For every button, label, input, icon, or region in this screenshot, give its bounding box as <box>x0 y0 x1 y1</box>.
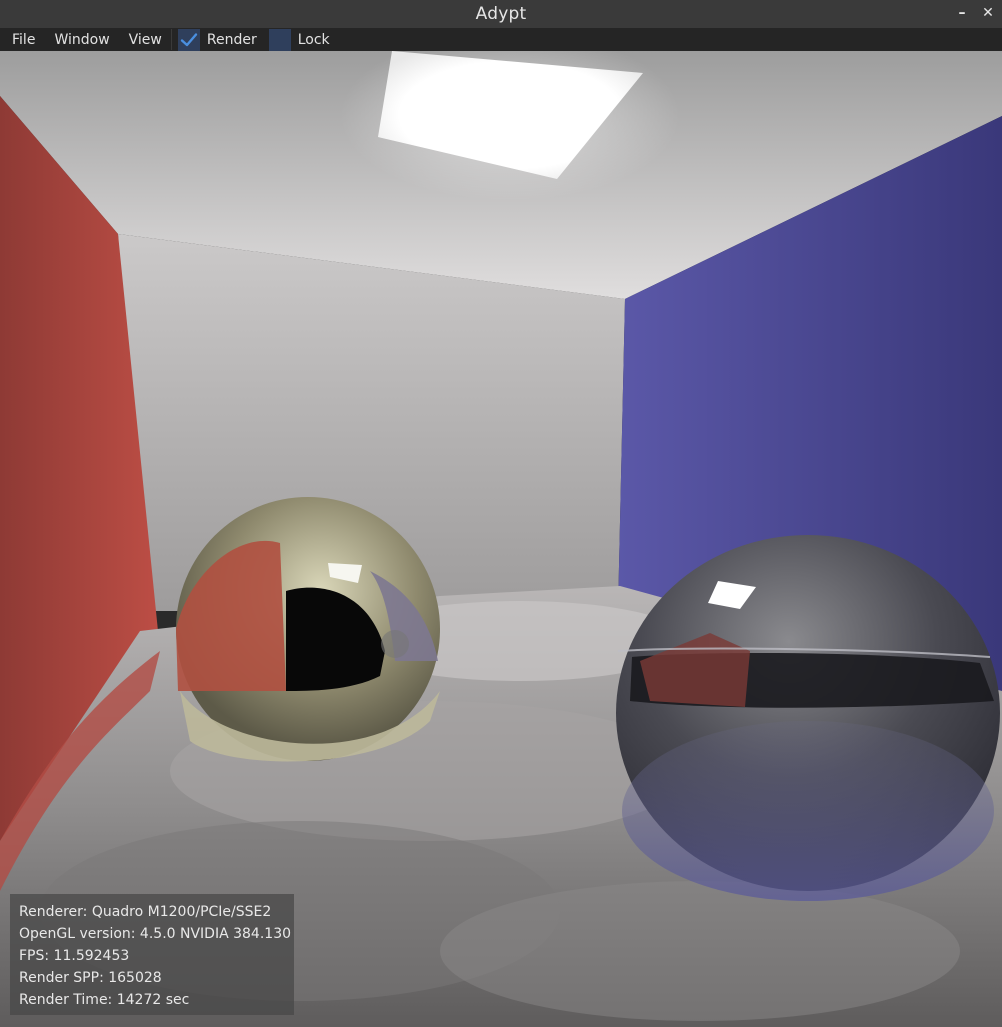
render-time: Render Time: 14272 sec <box>19 992 190 1008</box>
lock-checkbox[interactable] <box>268 28 291 51</box>
fps-readout: FPS: 11.592453 <box>19 948 130 964</box>
render-scene <box>0 51 1002 1027</box>
title-bar: Adypt – ✕ <box>0 0 1002 28</box>
lock-toggle[interactable]: Lock <box>265 28 338 51</box>
render-checkbox[interactable] <box>177 28 200 51</box>
render-spp: Render SPP: 165028 <box>19 970 162 986</box>
lock-label: Lock <box>297 31 330 48</box>
render-toggle[interactable]: Render <box>174 28 265 51</box>
close-button[interactable]: ✕ <box>980 2 996 24</box>
opengl-version: OpenGL version: 4.5.0 NVIDIA 384.130 <box>19 926 292 942</box>
menu-separator <box>170 29 172 50</box>
window-title: Adypt <box>475 4 527 24</box>
minimize-button[interactable]: – <box>954 2 970 24</box>
menu-bar: File Window View Render Lock <box>0 28 1002 51</box>
checkmark-icon <box>180 32 198 46</box>
renderer-info: Renderer: Quadro M1200/PCIe/SSE2 <box>19 904 272 920</box>
render-viewport[interactable] <box>0 51 1002 1027</box>
menu-file[interactable]: File <box>0 28 42 51</box>
menu-window[interactable]: Window <box>42 28 116 51</box>
stats-overlay: Renderer: Quadro M1200/PCIe/SSE2 OpenGL … <box>10 894 294 1015</box>
menu-view[interactable]: View <box>117 28 169 51</box>
render-label: Render <box>206 31 257 48</box>
window-controls: – ✕ <box>954 2 996 24</box>
